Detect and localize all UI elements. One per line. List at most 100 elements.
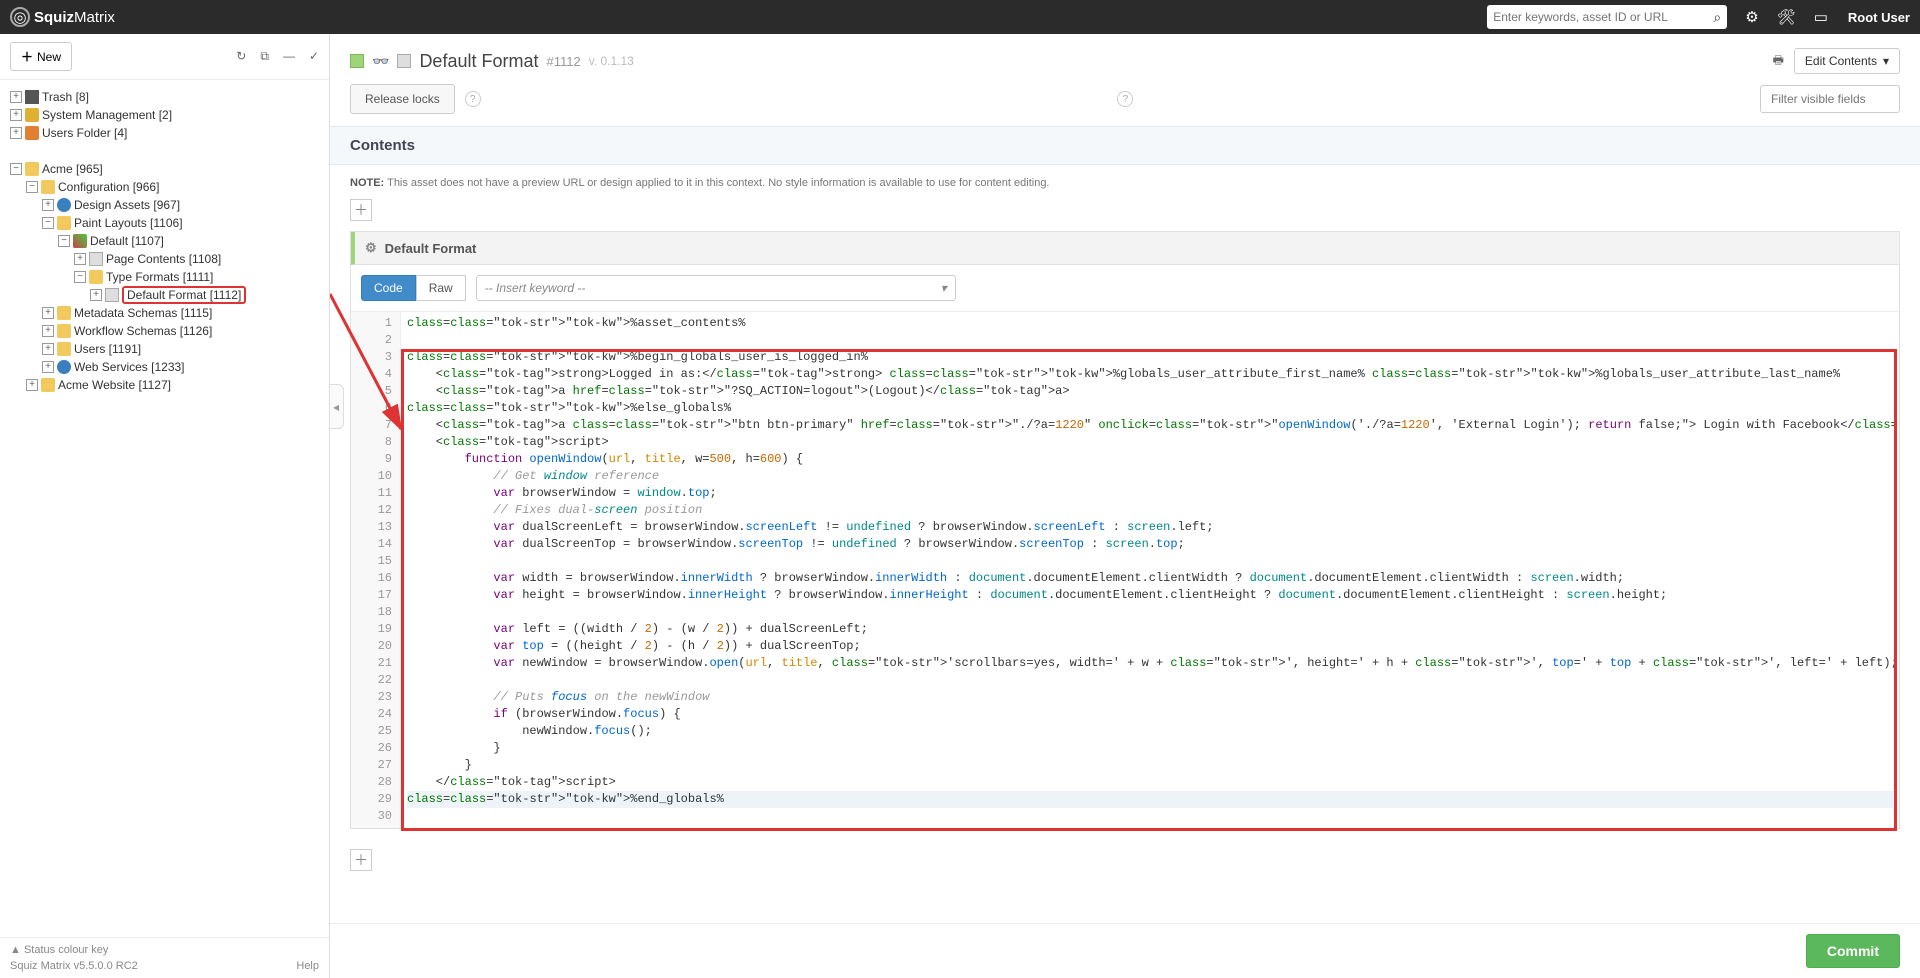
tree-node-label[interactable]: Users Folder [4] — [42, 126, 127, 140]
tree-node-label[interactable]: Acme Website [1127] — [58, 378, 171, 392]
commit-button[interactable]: Commit — [1806, 934, 1900, 968]
asset-tree[interactable]: + Trash [8] + System Management [2] + Users F… — [0, 80, 329, 937]
tab-code[interactable]: Code — [361, 275, 416, 301]
main-content: ◂ 👓 Default Format #1112 v. 0.1.13 🖶 Edi… — [330, 34, 1920, 978]
tree-row[interactable]: − Configuration [966] — [4, 178, 325, 196]
code-editor-container: ⚙ Default Format Code Raw -- Insert keyw… — [350, 231, 1900, 829]
tree-node-label[interactable]: Configuration [966] — [58, 180, 159, 194]
expander-icon[interactable]: + — [26, 379, 38, 391]
help-link[interactable]: Help — [296, 960, 319, 972]
tree-row[interactable]: + Workflow Schemas [1126] — [4, 322, 325, 340]
tree-row[interactable]: + Users [1191] — [4, 340, 325, 358]
preview-icon[interactable]: 👓 — [372, 53, 389, 70]
current-user[interactable]: Root User — [1848, 10, 1910, 25]
asset-tree-sidebar: ＋New ↻ ⧉ — ✓ + Trash [8] + System Managemen… — [0, 34, 330, 978]
tree-row[interactable]: − Type Formats [1111] — [4, 268, 325, 286]
expander-icon[interactable]: + — [42, 325, 54, 337]
tree-node-label[interactable]: Acme [965] — [42, 162, 103, 176]
tree-node-label[interactable]: Default [1107] — [90, 234, 164, 248]
filter-fields-input[interactable] — [1760, 85, 1900, 113]
tree-node-label[interactable]: Workflow Schemas [1126] — [74, 324, 212, 338]
copy-tree-icon[interactable]: ⧉ — [260, 49, 269, 64]
expander-icon[interactable]: − — [74, 271, 86, 283]
chevron-down-icon: ▾ — [1883, 54, 1889, 68]
edit-contents-dropdown[interactable]: Edit Contents ▾ — [1794, 48, 1900, 74]
tree-node-label[interactable]: Type Formats [1111] — [106, 270, 213, 284]
expander-icon[interactable]: + — [10, 109, 22, 121]
tree-node-label[interactable]: Trash [8] — [42, 90, 89, 104]
expander-icon[interactable]: + — [90, 289, 102, 301]
expander-icon[interactable]: − — [10, 163, 22, 175]
tree-row[interactable]: + Design Assets [967] — [4, 196, 325, 214]
print-icon[interactable]: 🖶 — [1773, 51, 1784, 72]
line-gutter: 1234567891011121314151617181920212223242… — [351, 312, 401, 828]
page-title: Default Format — [419, 51, 538, 72]
tree-row[interactable]: + Acme Website [1127] — [4, 376, 325, 394]
brand-prefix: Squiz — [34, 9, 74, 26]
tree-row[interactable]: + Trash [8] — [4, 88, 325, 106]
refresh-icon[interactable]: ↻ — [236, 49, 246, 64]
brand-suffix: Matrix — [74, 9, 115, 26]
tree-row[interactable]: + Default Format [1112] — [4, 286, 325, 304]
tree-row[interactable]: + System Management [2] — [4, 106, 325, 124]
asset-type-icon — [57, 216, 71, 230]
tree-node-label[interactable]: Web Services [1233] — [74, 360, 185, 374]
tree-row[interactable]: − Default [1107] — [4, 232, 325, 250]
add-content-above[interactable]: ＋ — [350, 199, 372, 221]
expander-icon[interactable]: + — [42, 307, 54, 319]
add-content-below[interactable]: ＋ — [350, 849, 372, 871]
display-icon[interactable]: ▭ — [1814, 8, 1828, 26]
expander-icon[interactable]: + — [42, 343, 54, 355]
expander-icon[interactable]: − — [58, 235, 70, 247]
expander-icon[interactable]: + — [42, 361, 54, 373]
tree-node-label[interactable]: Metadata Schemas [1115] — [74, 306, 212, 320]
new-asset-button[interactable]: ＋New — [10, 42, 72, 71]
expander-icon[interactable]: − — [26, 181, 38, 193]
tree-row[interactable]: + Page Contents [1108] — [4, 250, 325, 268]
asset-type-icon — [41, 180, 55, 194]
code-lines[interactable]: class=class="tok-str">"tok-kw">%asset_co… — [401, 312, 1899, 828]
asset-type-icon — [57, 342, 71, 356]
tree-node-label[interactable]: Paint Layouts [1106] — [74, 216, 183, 230]
status-colour-key[interactable]: Status colour key — [24, 944, 108, 956]
code-editor[interactable]: 1234567891011121314151617181920212223242… — [351, 312, 1899, 828]
help-icon-right[interactable]: ? — [1117, 91, 1133, 107]
tree-row[interactable]: + Web Services [1233] — [4, 358, 325, 376]
tree-node-label[interactable] — [25, 144, 28, 158]
tree-node-label[interactable]: Users [1191] — [74, 342, 141, 356]
expander-icon[interactable]: + — [10, 91, 22, 103]
asset-type-icon — [25, 108, 39, 122]
release-locks-button[interactable]: Release locks — [350, 84, 455, 114]
tab-raw[interactable]: Raw — [416, 275, 466, 301]
tools-icon[interactable]: 🛠 — [1777, 8, 1796, 26]
asset-type-icon — [73, 234, 87, 248]
tree-node-label[interactable]: Page Contents [1108] — [106, 252, 221, 266]
expander-icon[interactable]: + — [74, 253, 86, 265]
sidebar-collapse-handle[interactable]: ◂ — [330, 384, 344, 429]
expander-icon[interactable]: − — [42, 217, 54, 229]
asset-type-icon — [89, 270, 103, 284]
tree-row[interactable]: + Users Folder [4] — [4, 124, 325, 142]
expander-icon[interactable]: + — [42, 199, 54, 211]
tree-row[interactable]: − Paint Layouts [1106] — [4, 214, 325, 232]
tree-node-label[interactable]: Default Format [1112] — [122, 286, 246, 304]
search-icon[interactable]: ⌕ — [1713, 9, 1721, 26]
asset-type-icon — [57, 324, 71, 338]
search-input[interactable] — [1493, 10, 1713, 24]
check-icon[interactable]: ✓ — [309, 49, 319, 64]
settings-icon[interactable]: ⚙ — [1745, 8, 1758, 26]
tree-node-label[interactable]: Design Assets [967] — [74, 198, 180, 212]
tree-row[interactable] — [4, 142, 325, 160]
tree-row[interactable]: − Acme [965] — [4, 160, 325, 178]
keyword-placeholder: -- Insert keyword -- — [485, 281, 586, 295]
global-search[interactable]: ⌕ — [1487, 5, 1727, 29]
chevron-down-icon: ▾ — [941, 281, 947, 295]
expander-icon[interactable]: + — [10, 127, 22, 139]
tree-node-label[interactable]: System Management [2] — [42, 108, 172, 122]
tree-row[interactable]: + Metadata Schemas [1115] — [4, 304, 325, 322]
help-icon[interactable]: ? — [465, 91, 481, 107]
insert-keyword-dropdown[interactable]: -- Insert keyword -- ▾ — [476, 275, 956, 301]
gear-icon[interactable]: ⚙ — [365, 240, 377, 256]
asset-version: v. 0.1.13 — [589, 54, 634, 68]
collapse-icon[interactable]: — — [283, 49, 295, 64]
